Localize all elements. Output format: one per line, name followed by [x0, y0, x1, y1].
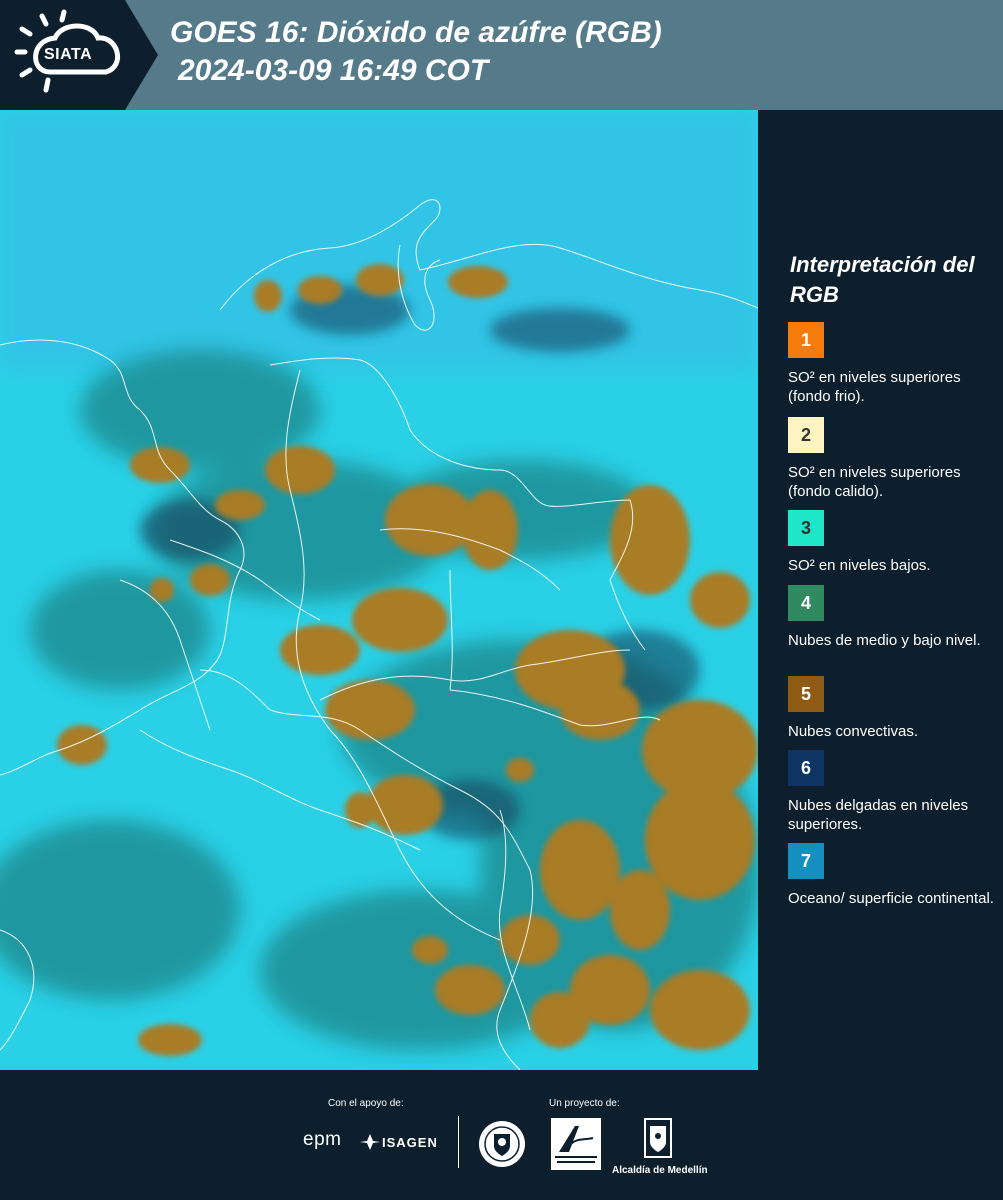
alcaldia-label: Alcaldía de Medellín	[612, 1165, 708, 1176]
area-metropolitana-logo	[551, 1118, 601, 1175]
alcaldia-medellin-logo: Alcaldía de Medellín	[612, 1118, 708, 1176]
isagen-icon	[360, 1134, 380, 1150]
legend-label: Nubes convectivas.	[788, 723, 919, 740]
page-title: GOES 16: Dióxido de azúfre (RGB) 2024-03…	[170, 14, 662, 90]
legend-label: Oceano/ superficie continental.	[788, 890, 994, 907]
legend-swatch: 6	[788, 750, 824, 786]
support-label: Con el apoyo de:	[328, 1098, 404, 1109]
siata-logo: SIATA	[0, 0, 160, 110]
legend-label: Nubes delgadas en niveles superiores.	[788, 797, 969, 833]
legend-swatch: 5	[788, 676, 824, 712]
legend-label: Nubes de medio y bajo nivel.	[788, 632, 981, 649]
footer: Con el apoyo de: Un proyecto de: epm ISA…	[0, 1070, 1003, 1200]
legend-label: SO² en niveles superiores (fondo calido)…	[788, 464, 961, 500]
legend-item-6: 6 Nubes delgadas en niveles superiores.	[788, 750, 998, 834]
satellite-map[interactable]	[0, 110, 758, 1070]
legend-swatch: 1	[788, 322, 824, 358]
legend-item-4: 4 Nubes de medio y bajo nivel.	[788, 585, 998, 650]
legend-item-5: 5 Nubes convectivas.	[788, 676, 998, 741]
project-label: Un proyecto de:	[549, 1098, 620, 1109]
legend-item-7: 7 Oceano/ superficie continental.	[788, 843, 998, 908]
title-timestamp: 2024-03-09 16:49 COT	[178, 54, 489, 87]
footer-divider	[458, 1116, 459, 1168]
header: SIATA GOES 16: Dióxido de azúfre (RGB) 2…	[0, 0, 1003, 110]
legend-swatch: 7	[788, 843, 824, 879]
legend-swatch: 2	[788, 417, 824, 453]
title-product: GOES 16: Dióxido de azúfre (RGB)	[170, 16, 662, 49]
legend-label: SO² en niveles superiores (fondo frio).	[788, 369, 961, 405]
legend-title: Interpretación del RGB	[790, 252, 975, 307]
legend-item-1: 1 SO² en niveles superiores (fondo frio)…	[788, 322, 998, 406]
area-metropolitana-icon	[551, 1118, 601, 1170]
isagen-logo: ISAGEN	[382, 1135, 438, 1150]
legend-swatch: 4	[788, 585, 824, 621]
legend-label: SO² en niveles bajos.	[788, 557, 931, 574]
legend-swatch: 3	[788, 510, 824, 546]
legend-panel: Interpretación del RGB 1 SO² en niveles …	[758, 110, 1003, 1070]
alcaldia-shield-icon	[644, 1118, 672, 1158]
epm-logo: epm	[303, 1129, 342, 1150]
legend-item-2: 2 SO² en niveles superiores (fondo calid…	[788, 417, 998, 501]
legend-item-3: 3 SO² en niveles bajos.	[788, 510, 998, 575]
medellin-seal-icon	[479, 1121, 525, 1167]
siata-logo-text: SIATA	[44, 46, 93, 63]
